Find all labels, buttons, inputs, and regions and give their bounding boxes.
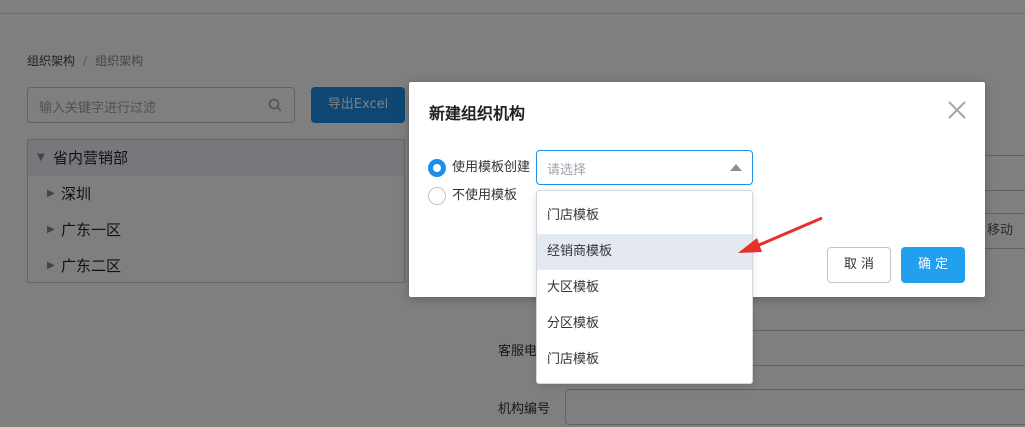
dropdown-option-hovered[interactable]: 经销商模板 <box>537 234 752 270</box>
dropdown-option[interactable]: 大区模板 <box>537 270 752 306</box>
radio-checked-icon[interactable] <box>428 159 446 177</box>
template-dropdown: 门店模板 经销商模板 大区模板 分区模板 门店模板 <box>536 190 753 384</box>
close-icon[interactable] <box>947 100 967 120</box>
radio-unchecked-icon[interactable] <box>428 187 446 205</box>
dropdown-option[interactable]: 门店模板 <box>537 198 752 234</box>
template-select[interactable]: 请选择 <box>536 150 753 185</box>
dropdown-option[interactable]: 分区模板 <box>537 306 752 342</box>
radio-label: 使用模板创建 <box>452 160 531 175</box>
select-placeholder: 请选择 <box>547 163 587 178</box>
dropdown-option[interactable]: 门店模板 <box>537 342 752 378</box>
dialog-title: 新建组织机构 <box>429 104 526 123</box>
confirm-button[interactable]: 确定 <box>901 247 965 283</box>
radio-label: 不使用模板 <box>452 188 518 203</box>
cancel-button[interactable]: 取消 <box>827 247 891 283</box>
caret-up-icon <box>730 164 742 171</box>
